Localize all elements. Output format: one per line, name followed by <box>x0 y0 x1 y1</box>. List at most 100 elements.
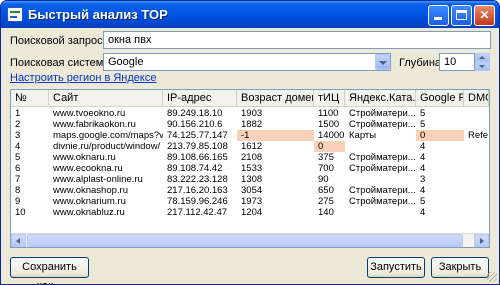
table-row[interactable]: 8 www.oknashop.ru 217.16.20.163 3054 650 Стро… <box>11 185 489 196</box>
table-row[interactable]: 9 www.oknarium.ru 78.159.96.246 1973 275 Стро… <box>11 196 489 207</box>
horizontal-scrollbar[interactable] <box>11 233 489 247</box>
cell-ip: 90.156.210.6 <box>167 119 223 130</box>
cell-n: 7 <box>15 174 21 185</box>
cell-dmoz <box>464 108 489 119</box>
maximize-button[interactable] <box>451 5 472 26</box>
cell-site: www.oknaru.ru <box>53 152 116 163</box>
col-header-site[interactable]: Сайт <box>49 90 163 107</box>
cell-site: www.tvoeokno.ru <box>53 108 126 119</box>
cell-yaca: Стройматери... <box>349 152 416 163</box>
col-header-tic[interactable]: тИЦ <box>314 90 345 107</box>
cell-pr: 4 <box>420 185 426 196</box>
cell-yaca: Стройматери... <box>349 163 416 174</box>
query-input[interactable]: окна пвх <box>103 31 491 49</box>
cell-tic: 90 <box>318 174 329 185</box>
cell-site: divnie.ru/product/window/ <box>53 141 161 152</box>
cell-tic: 700 <box>318 163 334 174</box>
cell-site: www.oknabluz.ru <box>53 207 125 218</box>
depth-label: Глубина: <box>399 57 445 69</box>
cell-ip: 217.112.42.47 <box>167 207 228 218</box>
cell-ip: 83.222.23.128 <box>167 174 228 185</box>
col-header-pr[interactable]: Google PR <box>416 90 464 107</box>
minimize-button[interactable] <box>428 5 449 26</box>
cell-site: www.fabrikaokon.ru <box>53 119 136 130</box>
cell-yaca <box>345 207 416 218</box>
spin-down-icon[interactable] <box>475 62 490 71</box>
analysis-window: Быстрый анализ TOP ✕ Поисковой запрос: о… <box>0 0 500 285</box>
cell-age: 3054 <box>241 185 263 196</box>
cell-n: 6 <box>15 163 21 174</box>
cell-site: www.oknashop.ru <box>53 185 128 196</box>
close-button[interactable]: Закрыть <box>431 257 489 278</box>
cell-age: 1882 <box>241 119 263 130</box>
depth-input[interactable]: 10 <box>439 53 475 71</box>
cell-age: 2108 <box>241 152 263 163</box>
table-row[interactable]: 10 www.oknabluz.ru 217.112.42.47 1204 140 4 <box>11 207 489 218</box>
resize-grip[interactable] <box>487 272 497 282</box>
cell-site: www.oknarium.ru <box>53 196 126 207</box>
col-header-ip[interactable]: IP-адрес <box>163 90 237 107</box>
cell-tic: 275 <box>318 196 334 207</box>
cell-ip: 74.125.77.147 <box>167 130 228 141</box>
region-settings-link[interactable]: Настроить регион в Яндексе <box>10 72 156 84</box>
cell-n: 8 <box>15 185 21 196</box>
cell-ip: 89.249.18.10 <box>167 108 223 119</box>
cell-dmoz <box>464 174 489 185</box>
app-icon <box>7 7 23 22</box>
cell-ip: 217.16.20.163 <box>167 185 228 196</box>
results-table[interactable]: № Сайт IP-адрес Возраст домена... тИЦ Ян… <box>10 89 490 248</box>
close-window-button[interactable]: ✕ <box>474 5 495 26</box>
query-label: Поисковой запрос: <box>10 35 106 47</box>
close-icon: ✕ <box>479 8 490 22</box>
scroll-right-icon[interactable] <box>474 234 489 247</box>
cell-ip: 78.159.96.246 <box>167 196 228 207</box>
col-header-age[interactable]: Возраст домена... <box>237 90 314 107</box>
cell-n: 2 <box>15 119 21 130</box>
scroll-left-icon[interactable] <box>11 234 26 247</box>
cell-tic: 650 <box>318 185 334 196</box>
engine-label: Поисковая система: <box>10 57 113 69</box>
cell-pr: 4 <box>420 207 426 218</box>
table-row[interactable]: 2 www.fabrikaokon.ru 90.156.210.6 1882 1500 С… <box>11 119 489 130</box>
cell-n: 3 <box>15 130 21 141</box>
cell-site: maps.google.com/maps?vi... <box>53 130 163 141</box>
cell-dmoz <box>464 141 489 152</box>
col-header-dmoz[interactable]: DMOZ <box>464 90 489 107</box>
table-header: № Сайт IP-адрес Возраст домена... тИЦ Ян… <box>11 90 489 107</box>
window-title: Быстрый анализ TOP <box>28 7 168 22</box>
col-header-yaca[interactable]: Яндекс.Ката... <box>345 90 416 107</box>
cell-yaca: Стройматери... <box>349 185 416 196</box>
cell-pr: 5 <box>420 108 426 119</box>
scrollbar-thumb[interactable] <box>27 234 463 247</box>
run-button[interactable]: Запустить <box>367 257 425 278</box>
col-header-num[interactable]: № <box>11 90 49 107</box>
cell-dmoz <box>464 163 489 174</box>
save-as-button[interactable]: Сохранить как... <box>10 257 89 284</box>
cell-pr: 4 <box>420 152 426 163</box>
cell-dmoz: Refe... <box>468 130 489 141</box>
table-row[interactable]: 1 www.tvoeokno.ru 89.249.18.10 1903 1100 Стро… <box>11 108 489 119</box>
engine-selected-value: Google <box>108 56 144 68</box>
cell-yaca: Стройматери... <box>349 196 416 207</box>
cell-age: 1612 <box>241 141 263 152</box>
table-row[interactable]: 5 www.oknaru.ru 89.108.66.165 2108 375 Стройм… <box>11 152 489 163</box>
cell-n: 9 <box>15 196 21 207</box>
cell-dmoz <box>464 185 489 196</box>
cell-yaca: Карты <box>349 130 377 141</box>
table-row[interactable]: 7 www.alplast-online.ru 83.222.23.128 1308 9… <box>11 174 489 185</box>
table-row[interactable]: 6 www.ecookna.ru 89.108.74.42 1533 700 Стройм… <box>11 163 489 174</box>
table-row[interactable]: 3 maps.google.com/maps?vi... 74.125.77.147… <box>11 130 489 141</box>
title-bar[interactable]: Быстрый анализ TOP ✕ <box>1 1 499 28</box>
cell-yaca <box>345 141 416 152</box>
cell-yaca <box>345 174 416 185</box>
cell-dmoz <box>464 196 489 207</box>
cell-n: 1 <box>15 108 21 119</box>
engine-select[interactable]: Google <box>103 53 391 71</box>
depth-stepper[interactable] <box>475 53 490 71</box>
table-row[interactable]: 4 divnie.ru/product/window/213.79.85.108 1… <box>11 141 489 152</box>
chevron-down-icon[interactable] <box>375 54 390 70</box>
cell-ip: 89.108.66.165 <box>167 152 228 163</box>
minimize-icon <box>434 17 442 20</box>
spin-up-icon[interactable] <box>475 53 490 62</box>
cell-n: 5 <box>15 152 21 163</box>
